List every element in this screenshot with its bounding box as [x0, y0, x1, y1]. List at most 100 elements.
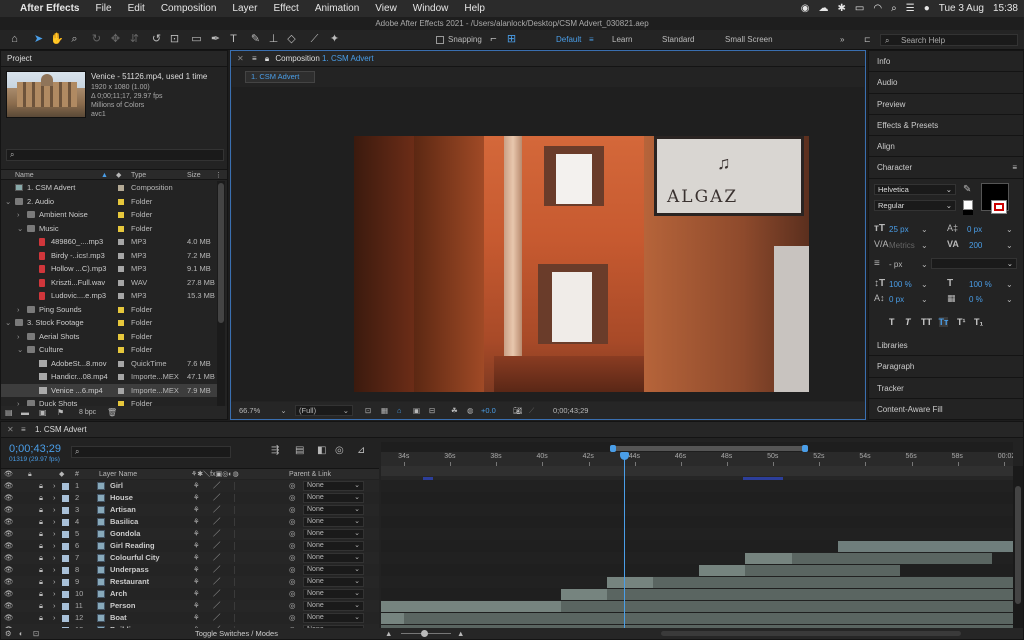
- twirl-icon[interactable]: ›: [17, 330, 20, 344]
- lock-icon[interactable]: 🔒︎: [265, 54, 269, 63]
- render-icon[interactable]: ⚑: [57, 406, 64, 419]
- twirl-icon[interactable]: ›: [17, 397, 20, 406]
- pickwhip-icon[interactable]: ◎: [289, 576, 296, 588]
- lock-icon[interactable]: 🔒︎: [39, 540, 43, 552]
- pickwhip-icon[interactable]: ◎: [289, 552, 296, 564]
- quality-switch-icon[interactable]: ／: [213, 612, 221, 624]
- av-features-icon[interactable]: 👁︎: [4, 469, 13, 480]
- comp-panel-name[interactable]: 1. CSM Advert: [322, 54, 374, 63]
- layer-track[interactable]: [381, 600, 1013, 612]
- panel-content-aware-fill[interactable]: Content-Aware Fill: [869, 399, 1023, 421]
- snapshot-icon[interactable]: 📷︎: [513, 402, 523, 419]
- parent-dropdown[interactable]: None⌄: [303, 529, 364, 539]
- label-col-icon[interactable]: ◆: [59, 469, 64, 480]
- layer-track[interactable]: [381, 492, 1013, 504]
- font-size-value[interactable]: 25 px: [889, 225, 909, 234]
- project-item[interactable]: › Duck Shots Folder: [1, 397, 217, 406]
- comp-timecode[interactable]: 0;00;43;29: [553, 402, 588, 419]
- layer-track[interactable]: [381, 540, 1013, 552]
- layer-switch-cells[interactable]: [234, 482, 270, 490]
- quality-switch-icon[interactable]: ／: [213, 588, 221, 600]
- work-area-start-handle[interactable]: [610, 445, 616, 452]
- twirl-icon[interactable]: ⌄: [5, 316, 11, 330]
- twirl-icon[interactable]: ›: [53, 576, 56, 588]
- bluetooth-icon[interactable]: ✱: [838, 3, 846, 14]
- selection-tool-icon[interactable]: ➤: [32, 33, 45, 46]
- layer-duration-bar[interactable]: [381, 600, 561, 612]
- project-item[interactable]: AdobeSt...8.mov QuickTime 7.6 MB: [1, 357, 217, 371]
- interpret-footage-icon[interactable]: ▤: [5, 406, 13, 419]
- twirl-icon[interactable]: ›: [53, 552, 56, 564]
- menu-animation[interactable]: Animation: [307, 3, 367, 14]
- layer-switch-cells[interactable]: [234, 602, 270, 610]
- workspace-small-screen[interactable]: Small Screen: [725, 35, 773, 44]
- tracking-caret-icon[interactable]: ⌄: [1006, 241, 1013, 250]
- small-caps-icon[interactable]: Tт: [938, 317, 949, 327]
- project-item[interactable]: Ludovic....e.mp3 MP3 15.3 MB: [1, 289, 217, 303]
- layer-name[interactable]: Restaurant: [110, 576, 149, 588]
- parent-dropdown[interactable]: None⌄: [303, 541, 364, 551]
- quality-switch-icon[interactable]: ／: [213, 552, 221, 564]
- label-swatch[interactable]: [118, 185, 124, 191]
- layer-switch-cells[interactable]: [234, 518, 270, 526]
- switches-icon[interactable]: ⚘✱＼fx▣◎◐◍: [191, 469, 239, 480]
- superscript-icon[interactable]: T¹: [957, 317, 966, 327]
- menu-icon[interactable]: ≡: [252, 54, 257, 63]
- layer-label-color[interactable]: [62, 519, 69, 526]
- pickwhip-icon[interactable]: ◎: [289, 540, 296, 552]
- vertical-scale-value[interactable]: 100 %: [889, 280, 912, 289]
- leading-caret-icon[interactable]: ⌄: [1006, 225, 1013, 234]
- panel-align[interactable]: Align: [869, 136, 1023, 158]
- label-swatch[interactable]: [118, 225, 124, 232]
- workspace-learn[interactable]: Learn: [612, 35, 632, 44]
- project-item[interactable]: ⌄ Music Folder: [1, 222, 217, 236]
- twirl-icon[interactable]: ⌄: [17, 343, 23, 357]
- twirl-icon[interactable]: ›: [17, 208, 20, 222]
- shy-switch-icon[interactable]: ⚘: [193, 492, 200, 504]
- quality-switch-icon[interactable]: ／: [213, 492, 221, 504]
- timeline-scrollbar[interactable]: [1013, 466, 1023, 628]
- pickwhip-icon[interactable]: ◎: [289, 588, 296, 600]
- stroke-width-value[interactable]: - px: [889, 260, 902, 269]
- layer-duration-bar[interactable]: [404, 612, 1013, 624]
- layer-track[interactable]: [381, 504, 1013, 516]
- panel-character-header[interactable]: Character ≡: [869, 157, 1023, 179]
- all-caps-icon[interactable]: TT: [921, 317, 932, 327]
- faux-bold-icon[interactable]: T: [889, 317, 895, 327]
- project-item[interactable]: Venice ...6.mp4 Importe...MEX 7.9 MB: [1, 383, 217, 397]
- panel-effects-presets[interactable]: Effects & Presets: [869, 115, 1023, 137]
- parent-dropdown[interactable]: None⌄: [303, 493, 364, 503]
- timeline-timecode[interactable]: 0;00;43;29: [9, 443, 61, 455]
- timeline-tab[interactable]: 1. CSM Advert: [35, 422, 87, 438]
- visibility-eye-icon[interactable]: 👁︎: [4, 564, 14, 576]
- layer-label-color[interactable]: [62, 495, 69, 502]
- layer-duration-bar[interactable]: [837, 540, 1013, 552]
- parent-dropdown[interactable]: None⌄: [303, 613, 364, 623]
- layer-label-color[interactable]: [62, 543, 69, 550]
- current-time-indicator[interactable]: [620, 452, 629, 628]
- label-swatch[interactable]: [118, 320, 124, 326]
- vertical-scale-caret-icon[interactable]: ⌄: [921, 280, 928, 289]
- white-swatch[interactable]: [963, 200, 973, 210]
- layer-track[interactable]: [381, 564, 1013, 576]
- layer-duration-bar[interactable]: [699, 564, 746, 576]
- snap-edges-icon[interactable]: ⌐: [487, 33, 500, 46]
- layer-label-color[interactable]: [62, 483, 69, 490]
- stroke-type-dropdown[interactable]: ⌄: [931, 258, 1017, 269]
- control-center-icon[interactable]: ☰: [906, 3, 915, 14]
- rotation-tool-icon[interactable]: ↺: [150, 33, 163, 46]
- font-style-dropdown[interactable]: Regular ⌄: [874, 200, 956, 211]
- pickwhip-icon[interactable]: ◎: [289, 492, 296, 504]
- panel-info[interactable]: Info: [869, 51, 1023, 73]
- graph-editor-icon[interactable]: ⊿: [357, 445, 365, 456]
- layer-track[interactable]: [381, 576, 1013, 588]
- bpc-label[interactable]: 8 bpc: [79, 406, 96, 419]
- character-menu-icon[interactable]: ≡: [1012, 157, 1017, 178]
- resolution-dropdown[interactable]: (Full) ⌄: [295, 405, 353, 416]
- project-item[interactable]: › Aerial Shots Folder: [1, 330, 217, 344]
- font-family-dropdown[interactable]: Helvetica ⌄: [874, 184, 956, 195]
- layer-switch-cells[interactable]: [234, 566, 270, 574]
- comp-tab[interactable]: 1. CSM Advert: [245, 71, 315, 83]
- pan-behind-icon[interactable]: ⊡: [168, 33, 181, 46]
- twirl-icon[interactable]: ⌄: [17, 222, 23, 236]
